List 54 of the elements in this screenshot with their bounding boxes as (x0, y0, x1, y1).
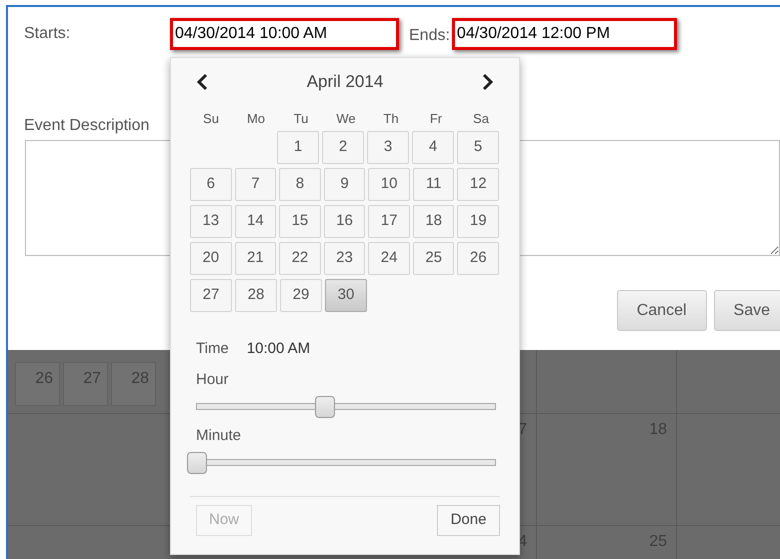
weekday-label: Sa (472, 111, 490, 127)
day-cell[interactable]: 3 (367, 131, 409, 164)
date-time-field[interactable]: 04/30/2014 10:00 AM (170, 18, 399, 50)
next-month-icon[interactable] (482, 73, 494, 91)
slider-thumb[interactable] (315, 396, 336, 418)
starts-label: Starts: (24, 24, 72, 44)
day-cell[interactable]: 29 (280, 279, 322, 312)
weekday-label: Tu (292, 111, 310, 127)
day-cell[interactable]: 13 (190, 205, 232, 238)
day-cell[interactable]: 27 (190, 279, 232, 312)
day-cell[interactable]: 15 (279, 205, 321, 238)
day-cell[interactable]: 5 (457, 131, 499, 164)
previous-month-icon[interactable] (196, 73, 208, 91)
day-cell[interactable]: 11 (412, 168, 454, 201)
day-cell[interactable]: 4 (412, 131, 454, 164)
day-cell[interactable]: 16 (324, 205, 366, 238)
weekday-label: Fr (428, 111, 444, 127)
slider-label: Hour (196, 370, 229, 390)
event-description-label: Event Description (24, 116, 150, 136)
slider-label: Minute (196, 426, 242, 446)
day-cell[interactable]: 26 (457, 242, 500, 275)
ends-label: Ends: (409, 26, 450, 46)
day-cell[interactable]: 8 (279, 168, 321, 201)
weekday-label: Th (382, 111, 400, 127)
day-cell[interactable]: 20 (190, 242, 232, 275)
day-cell[interactable]: 25 (412, 242, 454, 275)
slider-thumb[interactable] (187, 452, 207, 474)
day-cell[interactable]: 19 (457, 205, 500, 238)
day-cell[interactable]: 21 (234, 242, 276, 275)
day-cell[interactable]: 24 (368, 242, 410, 275)
weekday-label: Mo (246, 111, 266, 127)
time-label: Time (196, 339, 229, 359)
day-cell[interactable]: 9 (324, 168, 366, 201)
day-cell[interactable]: 17 (368, 205, 410, 238)
date-time-field[interactable]: 04/30/2014 12:00 PM (452, 18, 677, 50)
day-cell[interactable]: 23 (324, 242, 366, 275)
day-cell[interactable]: 12 (457, 168, 500, 201)
done-button[interactable]: Done (437, 504, 500, 536)
day-cell[interactable]: 18 (412, 205, 454, 238)
day-cell[interactable]: 6 (190, 168, 232, 201)
day-cell[interactable]: 22 (279, 242, 321, 275)
day-cell[interactable]: 7 (234, 168, 276, 201)
month-title: April 2014 (306, 71, 384, 94)
weekday-label: Su (202, 111, 220, 127)
day-cell[interactable]: 30 (325, 279, 367, 312)
day-cell[interactable]: 28 (235, 279, 277, 312)
weekday-label: We (335, 111, 357, 127)
save-button[interactable]: Save (714, 290, 780, 331)
time-value: 10:00 AM (246, 339, 310, 359)
day-cell[interactable]: 10 (368, 168, 410, 201)
day-cell[interactable]: 14 (234, 205, 276, 238)
day-cell[interactable]: 2 (322, 131, 364, 164)
cancel-button[interactable]: Cancel (616, 290, 707, 331)
day-cell[interactable]: 1 (277, 131, 319, 164)
